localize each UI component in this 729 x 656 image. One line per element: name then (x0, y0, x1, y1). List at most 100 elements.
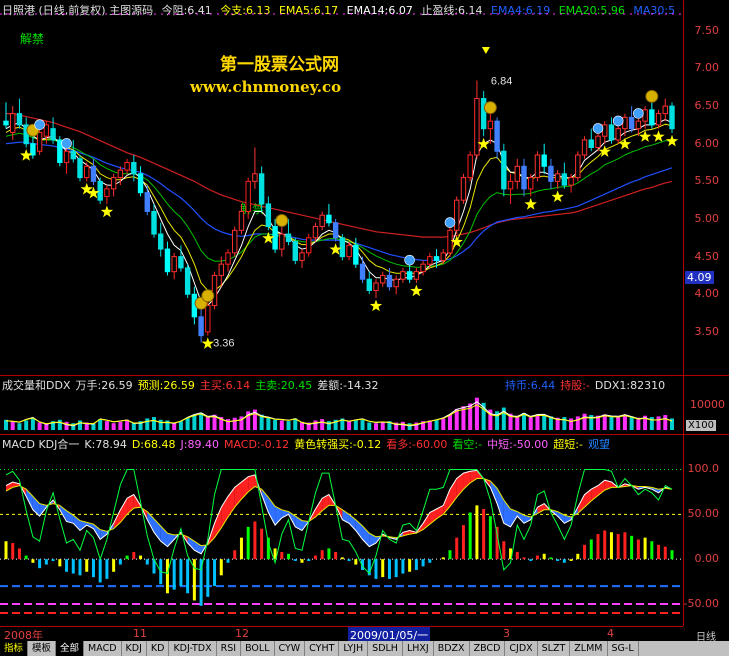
volume-bar (380, 421, 385, 430)
macd-hist-bar (670, 550, 674, 560)
volume-bar (622, 415, 627, 430)
macd-hist-bar (51, 559, 55, 561)
tab-模板[interactable]: 模板 (28, 641, 57, 656)
tab-lhxj[interactable]: LHXJ (403, 641, 434, 656)
macd-hist-bar (31, 559, 35, 563)
blue-ball-icon (444, 217, 456, 228)
volume-bar (37, 422, 42, 430)
indicator-tab-bar: 指标 模板 全部 MACD KDJ KD KDJ-TDX RSI BOLL CYW CYHT LYJH… (0, 641, 729, 656)
volume-bar (158, 419, 163, 430)
tab-sdlh[interactable]: SDLH (368, 641, 403, 656)
macd-chart-svg[interactable] (0, 435, 683, 625)
volume-bar (535, 415, 540, 430)
macd-hist-bar (650, 541, 654, 560)
volume-bar (313, 420, 318, 430)
candle-body (178, 256, 184, 269)
macd-hist-bar (340, 557, 344, 560)
candle-body (319, 214, 325, 228)
current-price-box: 4.09 (685, 271, 714, 284)
macd-hist-bar (4, 541, 8, 560)
candle-body (507, 180, 514, 190)
high-price-label: 6.84 (491, 75, 512, 87)
candle-body (77, 158, 83, 179)
candle-body (487, 120, 494, 130)
price-tick: 7.00 (694, 61, 720, 75)
macd-hist-bar (616, 534, 620, 560)
candle-body (628, 116, 635, 130)
candle-body (171, 256, 177, 273)
blue-ball-icon (633, 108, 644, 119)
candle-body (198, 316, 204, 337)
candle-body (420, 263, 426, 273)
macd-hist-bar (260, 528, 264, 560)
tab-sg-l[interactable]: SG-L (608, 641, 639, 656)
candle-body (521, 165, 527, 190)
candle-body (252, 173, 258, 182)
tab-cyw[interactable]: CYW (275, 641, 306, 656)
candle-body (43, 124, 50, 137)
price-panel[interactable]: 日照港 (日线,前复权) 主图源码 今阻:6.41 今支:6.13 EMA5:6… (0, 0, 683, 375)
volume-bar (320, 419, 325, 430)
macd-hist-bar (287, 553, 291, 560)
macd-hist-bar (583, 544, 587, 560)
tab-rsi[interactable]: RSI (217, 641, 242, 656)
macd-hist-bar (455, 537, 459, 560)
money-bag-icon (275, 214, 289, 228)
volume-bar (441, 418, 446, 430)
axis-divider (683, 0, 684, 626)
macd-panel[interactable]: MACD KDJ合一 K:78.94 D:68.48 J:89.40 MACD:-0.1… (0, 435, 683, 625)
macd-hist-bar (414, 559, 418, 570)
tab-kdj[interactable]: KDJ (122, 641, 147, 656)
volume-bar (273, 419, 278, 430)
tab-全部[interactable]: 全部 (56, 641, 85, 656)
tab-cjdx[interactable]: CJDX (505, 641, 538, 656)
volume-panel[interactable]: 成交量和DDX 万手:26.59 预测:26.59 主买:6.14 主卖:20.45 差额… (0, 376, 683, 433)
macd-hist-bar (387, 559, 391, 579)
tab-boll[interactable]: BOLL (241, 641, 275, 656)
candle-body (184, 267, 191, 295)
candle-body (366, 278, 372, 291)
candle-body (514, 165, 520, 182)
stock-chart-window: 日照港 (日线,前复权) 主图源码 今阻:6.41 今支:6.13 EMA5:6… (0, 0, 729, 656)
star-signal-icon (652, 130, 665, 142)
tab-macd[interactable]: MACD (84, 641, 122, 656)
price-chart-svg[interactable]: 6.84 3.36 (0, 0, 683, 375)
candle-body (460, 177, 467, 201)
macd-hist-bar (394, 559, 398, 578)
macd-hist-bar (71, 559, 75, 574)
candle-body (541, 154, 547, 167)
tab-指标[interactable]: 指标 (0, 641, 29, 656)
tab-bdzx[interactable]: BDZX (434, 641, 470, 656)
price-tick: 5.50 (694, 174, 720, 188)
money-bag-icon (645, 89, 659, 103)
candle-body (602, 124, 608, 137)
price-tick: 4.50 (694, 249, 720, 263)
candle-body (164, 248, 171, 273)
tab-lyjh[interactable]: LYJH (339, 641, 369, 656)
star-signal-icon (369, 299, 383, 312)
macd-hist-bar (488, 516, 492, 560)
volume-bar (57, 419, 62, 430)
tab-zlmm[interactable]: ZLMM (570, 641, 608, 656)
macd-hist-bar (85, 559, 89, 572)
date-label: 3 (503, 627, 510, 640)
volume-chart-svg[interactable] (0, 376, 683, 433)
tab-zbcd[interactable]: ZBCD (470, 641, 506, 656)
candle-body (110, 177, 117, 190)
tab-kd[interactable]: KD (147, 641, 170, 656)
macd-hist-bar (576, 553, 580, 560)
macd-hist-bar (253, 521, 257, 560)
macd-hist-bar (549, 557, 553, 560)
candle-body (258, 173, 265, 205)
volume-bar (279, 420, 284, 430)
volume-bar (78, 420, 82, 430)
macd-hist-bar (562, 559, 566, 563)
tab-cyht[interactable]: CYHT (305, 641, 340, 656)
price-tick: 6.50 (694, 99, 720, 113)
tab-kdj-tdx[interactable]: KDJ-TDX (169, 641, 217, 656)
volume-bar (400, 421, 405, 430)
macd-hist-bar (219, 559, 223, 576)
candle-body (406, 271, 413, 280)
tab-slzt[interactable]: SLZT (538, 641, 571, 656)
candle-body (359, 263, 366, 280)
